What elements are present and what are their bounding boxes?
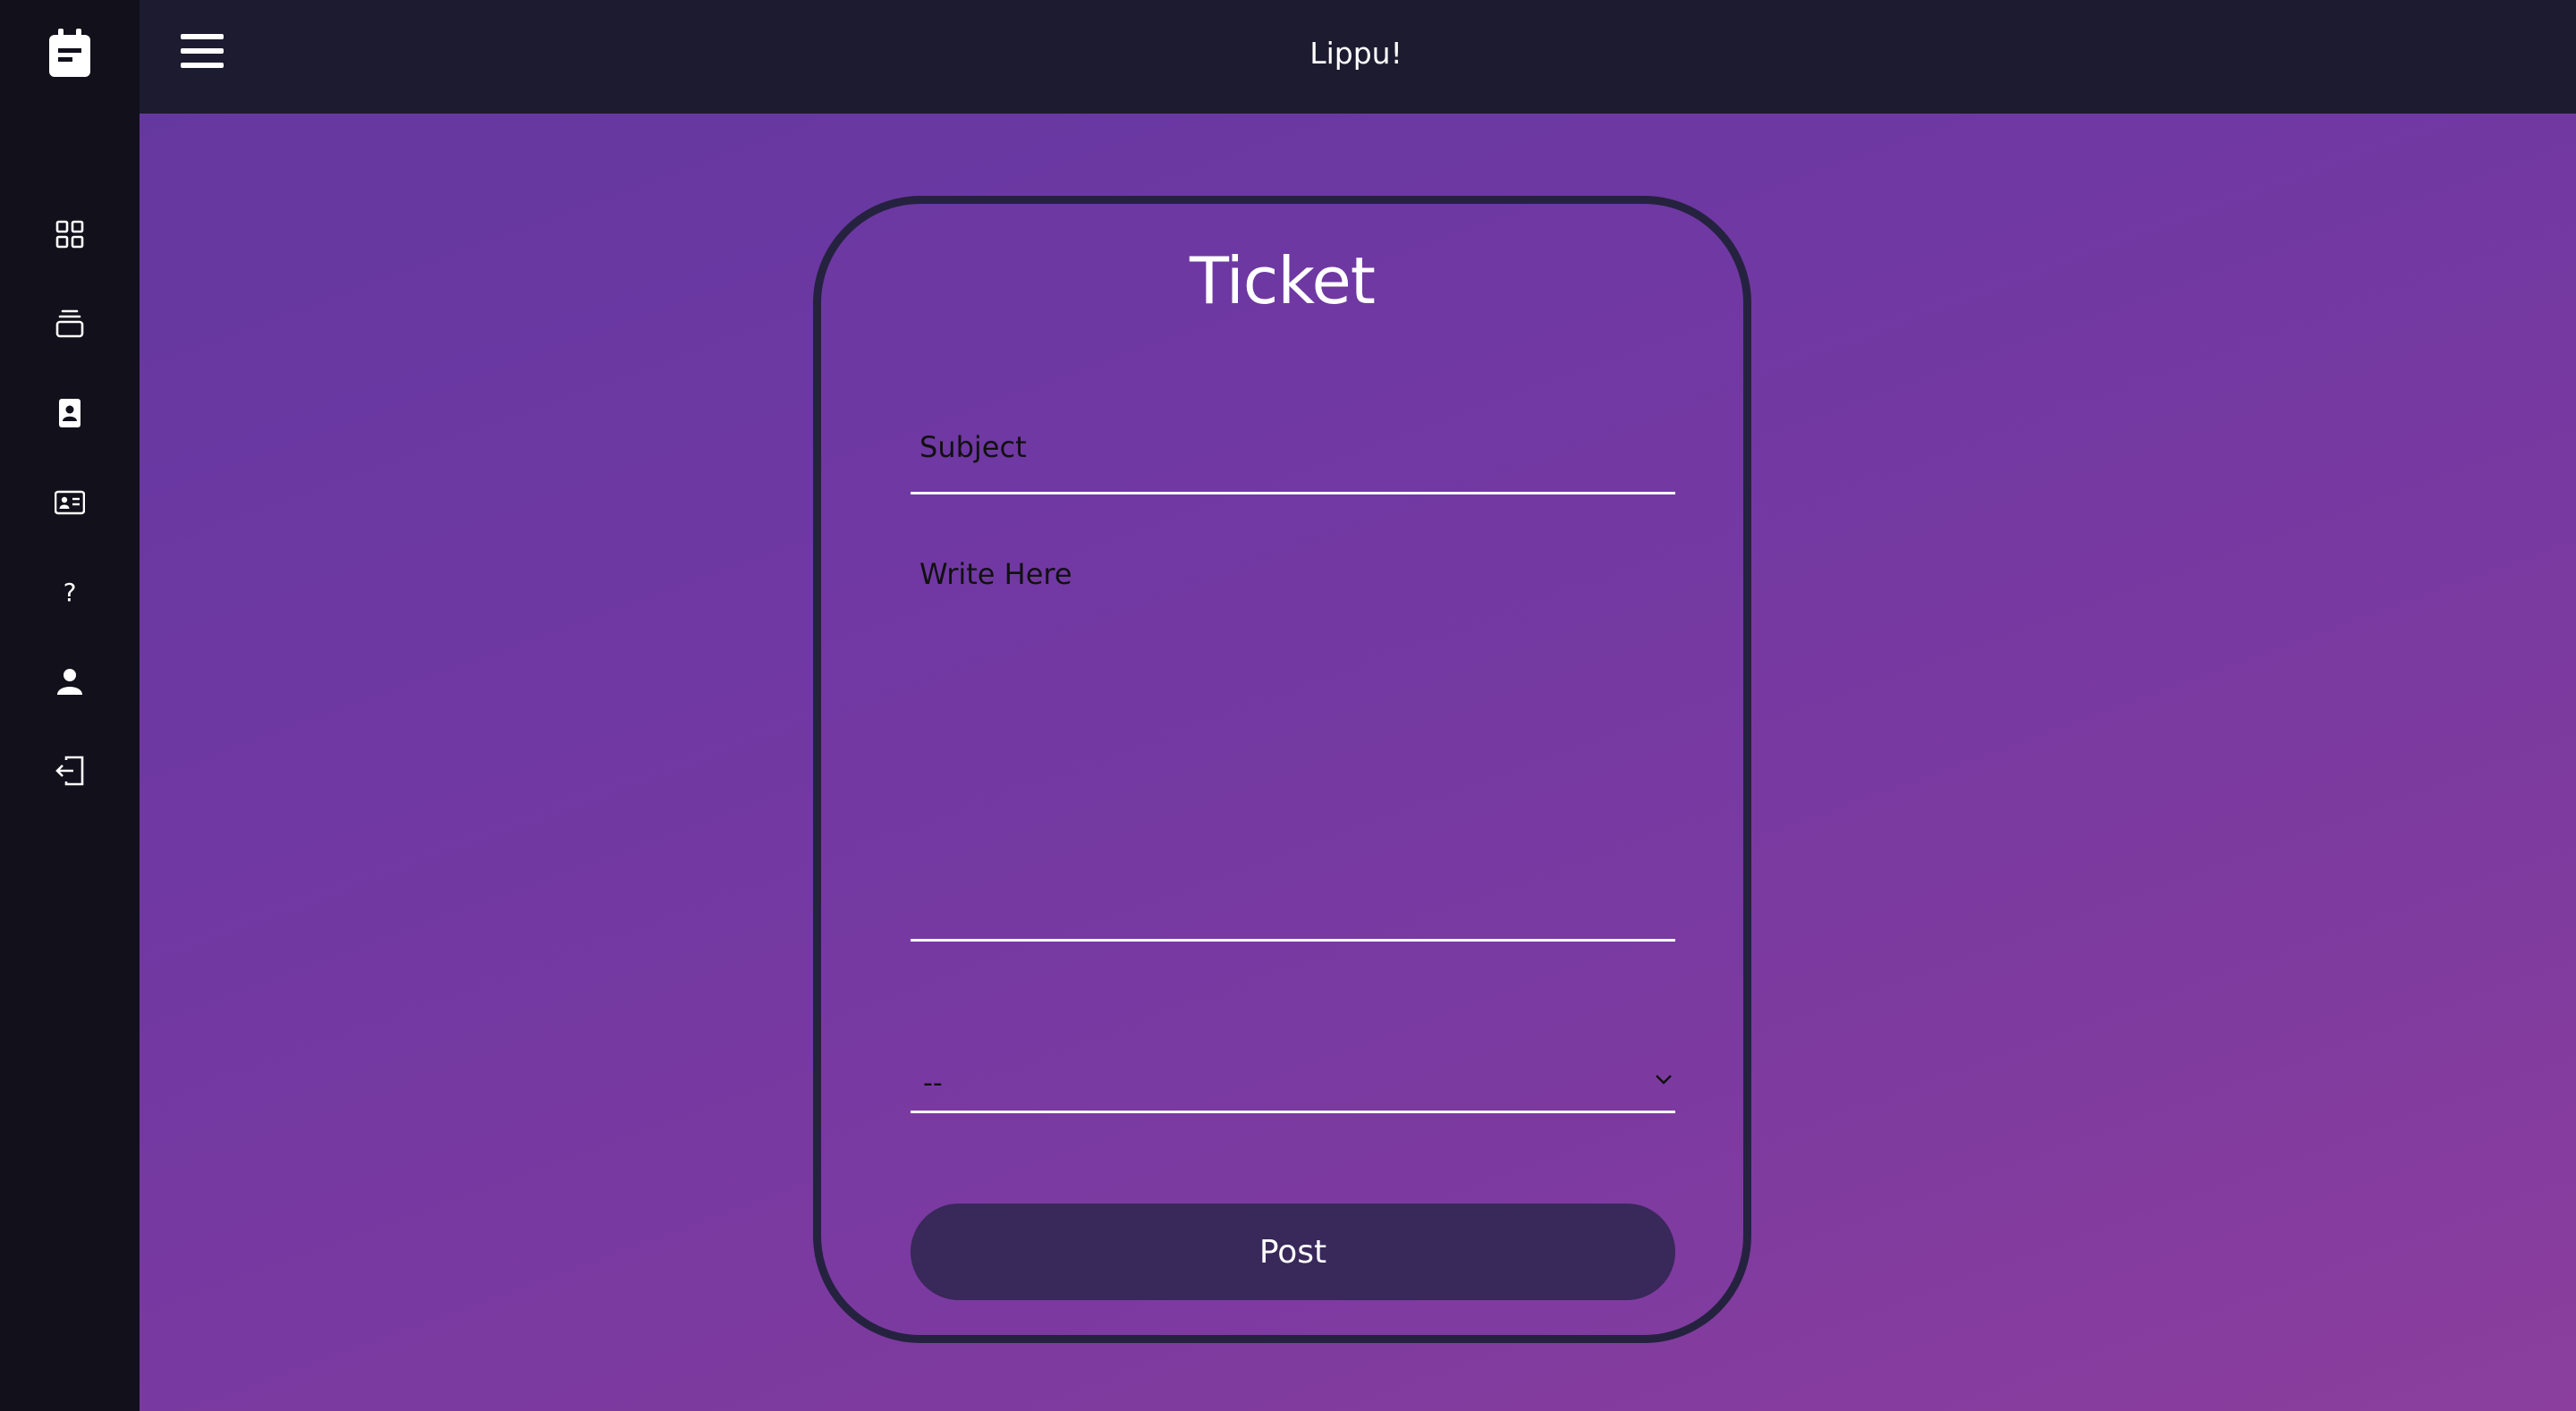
sidebar: ?: [0, 0, 140, 1411]
subject-input[interactable]: [911, 411, 1675, 483]
sidebar-item-logout[interactable]: [43, 744, 97, 798]
form-title: Ticket: [1189, 243, 1376, 318]
svg-text:?: ?: [64, 578, 77, 607]
topbar: Lippu!: [140, 0, 2576, 114]
sidebar-item-help[interactable]: ?: [43, 565, 97, 619]
logout-icon: [55, 756, 84, 786]
contact-book-icon: [59, 399, 80, 427]
sidebar-item-account[interactable]: [43, 655, 97, 708]
sidebar-item-dashboard[interactable]: [43, 207, 97, 261]
app-title: Lippu!: [1309, 36, 1402, 71]
question-icon: ?: [64, 578, 77, 607]
sidebar-item-tickets[interactable]: [43, 297, 97, 351]
calendar-note-icon[interactable]: [49, 29, 90, 77]
message-field-wrapper: [911, 554, 1675, 942]
sidebar-item-contacts[interactable]: [43, 386, 97, 440]
subject-field-wrapper: [911, 411, 1675, 494]
category-select[interactable]: --: [911, 991, 1675, 1113]
user-icon: [57, 669, 82, 695]
message-textarea[interactable]: [911, 554, 1675, 930]
sidebar-item-profile-card[interactable]: [43, 476, 97, 529]
chevron-down-icon: [1656, 1075, 1672, 1085]
main-content: Ticket -- Post: [140, 114, 2576, 1411]
stack-icon: [55, 309, 84, 338]
ticket-form-card: Ticket -- Post: [813, 196, 1751, 1343]
post-button[interactable]: Post: [911, 1204, 1675, 1300]
grid-icon: [55, 220, 84, 249]
app-root: ? Lippu! Ticket Subject Write Here -- Po…: [0, 0, 2576, 1411]
id-card-icon: [55, 490, 85, 515]
category-selected-value: --: [923, 1068, 943, 1099]
